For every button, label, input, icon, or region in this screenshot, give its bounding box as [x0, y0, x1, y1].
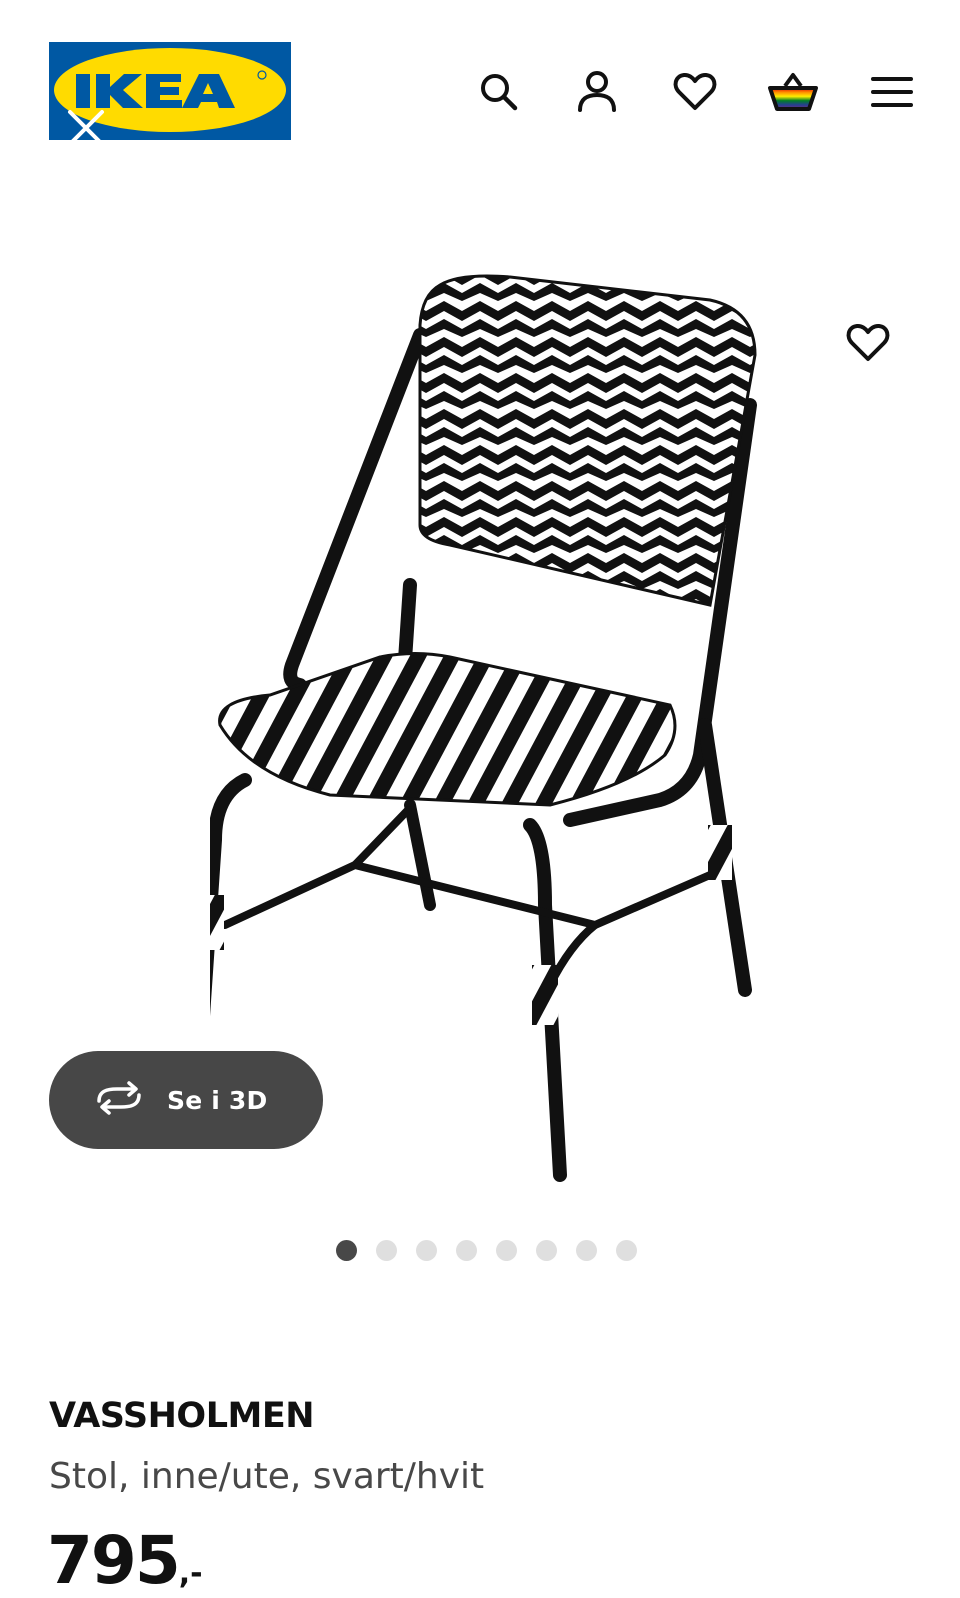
view-in-3d-button[interactable]: Se i 3D	[49, 1051, 323, 1149]
product-price: 795,-	[47, 1522, 203, 1598]
product-name: VASSHOLMEN	[49, 1396, 315, 1436]
product-description: Stol, inne/ute, svart/hvit	[49, 1456, 485, 1497]
header	[0, 0, 960, 180]
product-image	[193, 265, 770, 1190]
price-integer: 795	[47, 1522, 181, 1598]
pagination-dot[interactable]	[616, 1240, 637, 1261]
basket-icon[interactable]	[767, 66, 819, 118]
pagination-dot[interactable]	[376, 1240, 397, 1261]
user-icon[interactable]	[571, 66, 623, 118]
image-pagination	[336, 1240, 637, 1261]
pagination-dot[interactable]	[336, 1240, 357, 1261]
pagination-dot[interactable]	[536, 1240, 557, 1261]
price-suffix: ,-	[178, 1556, 203, 1591]
pagination-dot[interactable]	[416, 1240, 437, 1261]
pagination-dot[interactable]	[576, 1240, 597, 1261]
pagination-dot[interactable]	[496, 1240, 517, 1261]
pagination-dot[interactable]	[456, 1240, 477, 1261]
search-icon[interactable]	[473, 66, 525, 118]
favourite-heart-icon[interactable]	[840, 315, 896, 371]
view-in-3d-label: Se i 3D	[167, 1085, 268, 1115]
menu-icon[interactable]	[866, 66, 918, 118]
rotate-3d-icon	[93, 1080, 145, 1120]
heart-icon[interactable]	[669, 66, 721, 118]
close-icon[interactable]	[66, 108, 106, 148]
